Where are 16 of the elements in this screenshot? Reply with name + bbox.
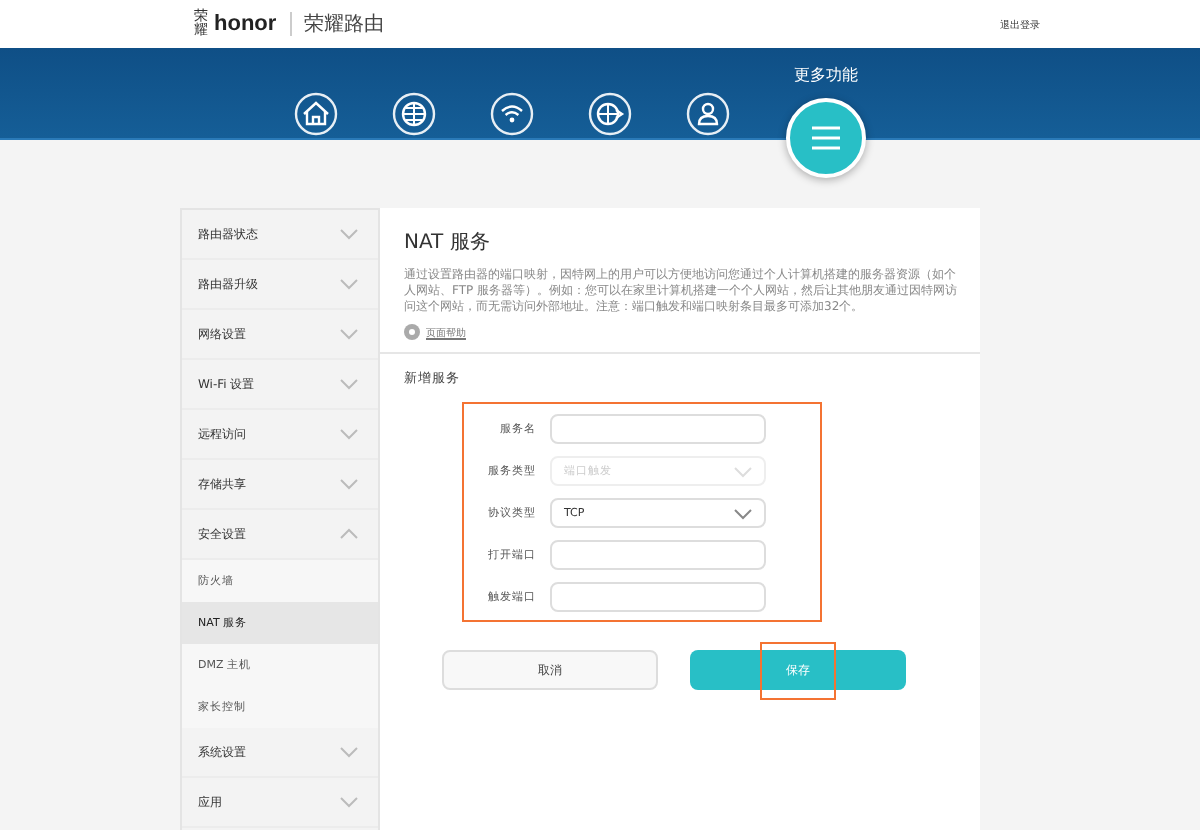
product-name: 荣耀路由 (302, 11, 385, 38)
menu-button[interactable] (786, 98, 866, 178)
chevron-down-icon (734, 507, 752, 519)
help-icon (404, 324, 420, 340)
input-field[interactable] (550, 540, 766, 570)
page-title: NAT 服务 (404, 230, 492, 256)
home-icon[interactable] (294, 92, 338, 136)
user-icon[interactable] (686, 92, 730, 136)
menu-icon (810, 126, 842, 150)
wifi-icon[interactable] (490, 92, 534, 136)
chevron-down-icon (734, 465, 752, 477)
more-label: 更多功能 (794, 64, 858, 86)
globe-icon[interactable] (392, 92, 436, 136)
logo: honor (214, 12, 293, 36)
input-field[interactable] (550, 414, 766, 444)
input-field[interactable] (550, 582, 766, 612)
